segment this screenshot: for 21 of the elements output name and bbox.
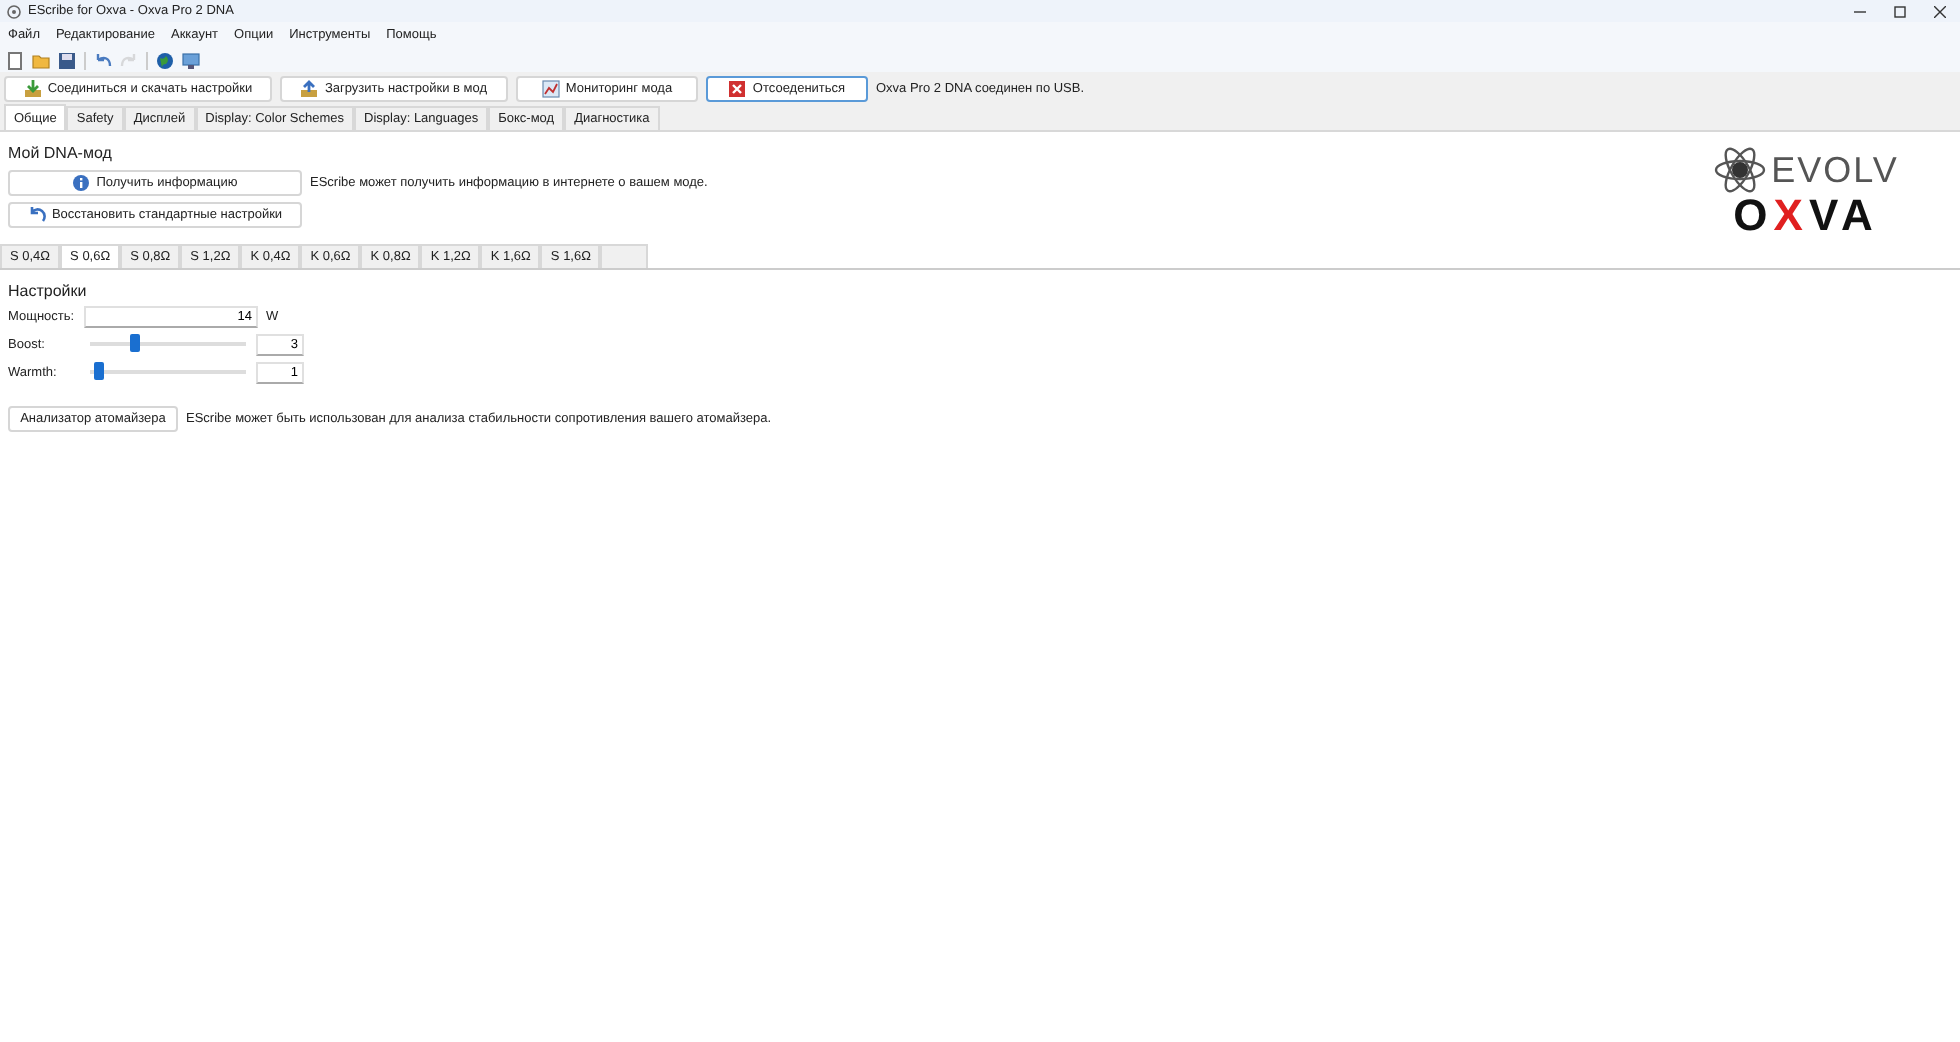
- close-icon[interactable]: [1934, 5, 1946, 17]
- undo-icon[interactable]: [94, 51, 112, 69]
- brand-text: EVOLV: [1771, 150, 1899, 190]
- app-icon: [6, 3, 22, 19]
- minimize-icon[interactable]: [1854, 5, 1866, 17]
- close-icon: [728, 79, 747, 97]
- slider-thumb[interactable]: [94, 362, 105, 380]
- chart-icon: [541, 79, 560, 97]
- atom-icon: [1713, 144, 1766, 196]
- upload-icon: [300, 79, 319, 97]
- section-title: Настройки: [8, 282, 89, 300]
- restore-icon: [27, 206, 46, 224]
- maximize-icon[interactable]: [1894, 5, 1906, 17]
- monitor-icon[interactable]: [182, 51, 200, 69]
- slider-thumb[interactable]: [130, 334, 141, 352]
- info-icon: [72, 174, 91, 192]
- download-icon: [23, 79, 42, 97]
- globe-icon[interactable]: [156, 51, 174, 69]
- new-file-icon[interactable]: [6, 51, 24, 69]
- brand-text: OXVA: [1733, 196, 1879, 236]
- section-title: Мой DNA-мод: [8, 144, 114, 162]
